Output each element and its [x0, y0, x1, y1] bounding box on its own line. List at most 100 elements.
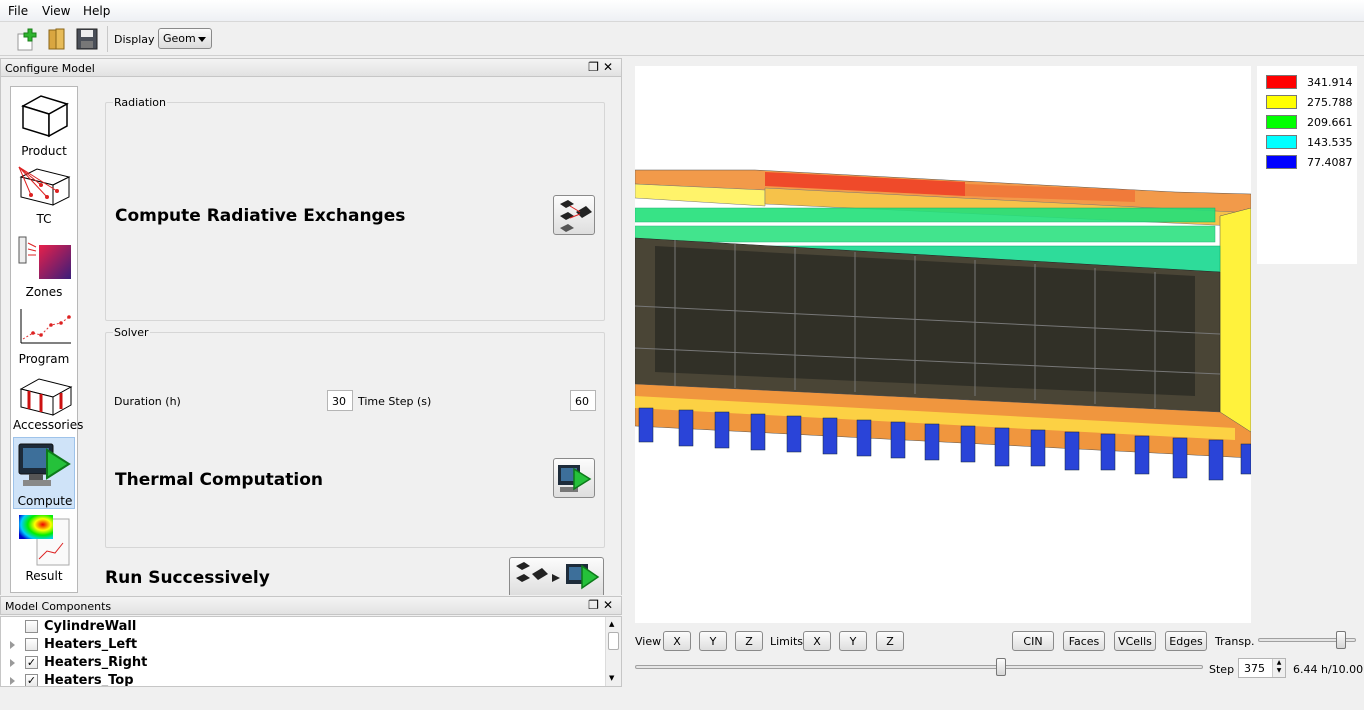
expand-arrow-icon[interactable] [10, 659, 15, 667]
compute-play-icon [18, 443, 71, 486]
thermal-computation-button[interactable] [553, 458, 595, 498]
legend-value: 341.914 [1307, 76, 1353, 89]
edges-button[interactable]: Edges [1165, 631, 1207, 651]
tree-row[interactable]: CylindreWall [1, 618, 605, 636]
thermal-model-render [634, 169, 1252, 481]
cin-button[interactable]: CIN [1012, 631, 1054, 651]
nav-item-program[interactable]: Program [13, 303, 75, 367]
display-label: Display : [114, 33, 162, 46]
scroll-up-icon[interactable]: ▲ [609, 620, 614, 628]
spin-arrows-icon[interactable]: ▲ ▼ [1272, 659, 1285, 677]
scroll-down-icon[interactable]: ▼ [609, 674, 614, 682]
legend-swatch [1266, 95, 1297, 109]
compute-play-icon [558, 465, 592, 492]
duration-label: Duration (h) [114, 395, 181, 408]
legend-swatch [1266, 135, 1297, 149]
model-components-titlebar: Model Components ❐✕ [0, 596, 622, 615]
display-combo[interactable]: Geom [158, 28, 212, 49]
nav-label-compute: Compute [17, 494, 73, 508]
compute-radiative-button[interactable] [553, 195, 595, 235]
close-icon[interactable]: ✕ [603, 60, 617, 74]
solver-group: Solver Duration (h) 30 Time Step (s) 60 … [105, 326, 605, 548]
legend-value: 209.661 [1307, 116, 1353, 129]
float-icon[interactable]: ❐ [588, 598, 603, 612]
nav-label-product: Product [21, 144, 67, 158]
nav-item-result[interactable]: Result [13, 513, 75, 583]
expand-arrow-icon[interactable] [10, 677, 15, 685]
component-checkbox[interactable] [25, 638, 38, 651]
view-label: View [635, 635, 662, 648]
tree-row[interactable]: ✓ Heaters_Top [1, 672, 605, 686]
view-x-button[interactable]: X [663, 631, 691, 651]
close-icon[interactable]: ✕ [603, 598, 617, 612]
color-legend: 341.914 275.788 209.661 143.535 77.4087 [1257, 66, 1357, 264]
new-model-icon[interactable] [14, 26, 40, 52]
legend-value: 77.4087 [1307, 156, 1353, 169]
faces-button[interactable]: Faces [1063, 631, 1105, 651]
tree-scrollbar[interactable]: ▲ ▼ [605, 617, 621, 686]
component-name: Heaters_Right [44, 655, 148, 670]
model-nav: Product TC Zones Program Accessories Com… [10, 86, 84, 593]
legend-entry: 77.4087 [1266, 155, 1354, 171]
nav-item-accessories[interactable]: Accessories [13, 371, 84, 433]
radiation-exchange-icon [560, 200, 592, 232]
thermocouple-icon [18, 166, 71, 206]
chevron-down-icon [198, 37, 206, 42]
nav-item-compute[interactable]: Compute [13, 437, 75, 509]
nav-item-zones[interactable]: Zones [13, 233, 75, 299]
menu-view[interactable]: View [42, 4, 70, 18]
time-readout: 6.44 h/10.00 [1293, 663, 1364, 676]
transp-label: Transp. [1215, 635, 1255, 648]
nav-label-accessories: Accessories [13, 418, 84, 432]
view-y-button[interactable]: Y [699, 631, 727, 651]
menu-help[interactable]: Help [83, 4, 110, 18]
float-icon[interactable]: ❐ [588, 60, 603, 74]
menu-bar: File View Help [0, 0, 1364, 22]
duration-input[interactable]: 30 [327, 390, 353, 411]
save-disk-icon[interactable] [74, 26, 100, 52]
component-checkbox[interactable]: ✓ [25, 674, 38, 686]
step-spinner[interactable]: 375 ▲ ▼ [1238, 658, 1286, 678]
limit-x-button[interactable]: X [803, 631, 831, 651]
solver-group-title: Solver [113, 326, 150, 339]
time-slider[interactable] [635, 665, 1203, 669]
model-components-tree: CylindreWall Heaters_Left ✓ Heaters_Righ… [0, 616, 622, 687]
menu-file[interactable]: File [8, 4, 28, 18]
heater-zone-icon [18, 236, 71, 279]
expand-arrow-icon[interactable] [10, 641, 15, 649]
run-successively-heading: Run Successively [105, 568, 270, 588]
legend-entry: 275.788 [1266, 95, 1354, 111]
legend-entry: 209.661 [1266, 115, 1354, 131]
tree-row[interactable]: ✓ Heaters_Right [1, 654, 605, 672]
nav-item-tc[interactable]: TC [13, 161, 75, 227]
legend-value: 143.535 [1307, 136, 1353, 149]
toolbar-separator [107, 26, 108, 52]
component-checkbox[interactable]: ✓ [25, 656, 38, 669]
nav-item-product[interactable]: Product [13, 89, 75, 158]
radiation-group-title: Radiation [113, 96, 167, 109]
run-successively-button[interactable] [509, 557, 604, 595]
nav-label-tc: TC [36, 212, 52, 226]
open-book-icon[interactable] [44, 26, 70, 52]
vcells-button[interactable]: VCells [1114, 631, 1156, 651]
timestep-label: Time Step (s) [358, 395, 432, 408]
legend-swatch [1266, 115, 1297, 129]
limit-z-button[interactable]: Z [876, 631, 904, 651]
tree-row[interactable]: Heaters_Left [1, 636, 605, 654]
legend-swatch [1266, 155, 1297, 169]
view-z-button[interactable]: Z [735, 631, 763, 651]
model-3d-viewport[interactable] [634, 66, 1252, 623]
limit-y-button[interactable]: Y [839, 631, 867, 651]
nav-label-result: Result [25, 569, 63, 583]
scroll-thumb[interactable] [608, 632, 619, 650]
transparency-slider-handle[interactable] [1336, 631, 1347, 649]
run-successively-icon [516, 562, 600, 590]
legend-entry: 341.914 [1266, 75, 1354, 91]
legend-value: 275.788 [1307, 96, 1353, 109]
legend-swatch [1266, 75, 1297, 89]
toolbar: Display : Geom [0, 22, 1364, 56]
timestep-input[interactable]: 60 [570, 390, 596, 411]
time-slider-handle[interactable] [995, 658, 1006, 676]
limits-label: Limits [770, 635, 803, 648]
component-checkbox[interactable] [25, 620, 38, 633]
